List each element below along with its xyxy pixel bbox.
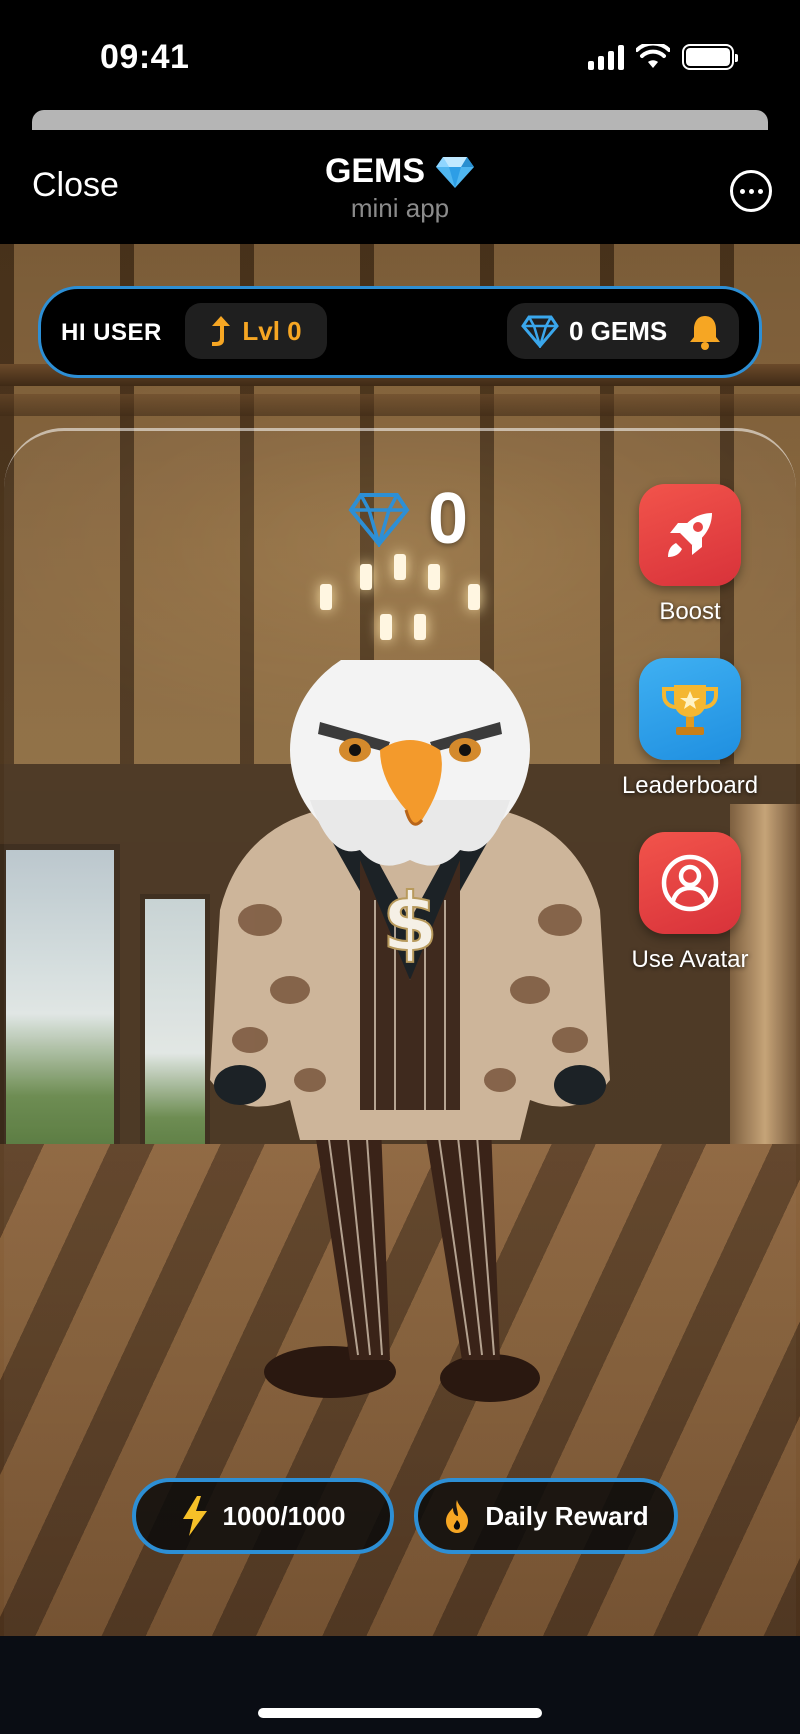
rocket-icon xyxy=(668,513,712,557)
energy-button[interactable]: 1000/1000 xyxy=(132,1478,394,1554)
level-text: Lvl 0 xyxy=(242,315,302,346)
battery-icon xyxy=(682,44,738,70)
daily-reward-label: Daily Reward xyxy=(485,1500,649,1531)
app-title-text: GEMS xyxy=(324,152,426,190)
use-avatar-button[interactable]: Use Avatar xyxy=(620,832,760,974)
energy-value: 1000/1000 xyxy=(222,1500,346,1531)
boost-icon-tile xyxy=(639,484,741,586)
status-time: 09:41 xyxy=(100,38,190,76)
mini-app-header: Close GEMS mini app xyxy=(0,130,800,244)
ceiling-beam xyxy=(0,394,800,416)
more-options-button[interactable] xyxy=(730,170,772,212)
status-icons xyxy=(588,44,738,70)
gems-text: 0 GEMS xyxy=(569,315,668,346)
diamond-outline-icon xyxy=(348,493,410,547)
user-circle-icon xyxy=(661,854,719,912)
app-subtitle: mini app xyxy=(350,193,450,223)
sheet-top-edge xyxy=(32,110,768,130)
bell-icon[interactable] xyxy=(687,313,723,351)
balance-display: 0 xyxy=(348,478,468,560)
diamond-outline-icon xyxy=(521,315,559,348)
flame-icon xyxy=(446,1500,469,1533)
use-avatar-label: Use Avatar xyxy=(631,946,749,973)
leaderboard-button[interactable]: Leaderboard xyxy=(620,658,760,800)
lightning-icon xyxy=(182,1496,207,1536)
cellular-signal-icon xyxy=(588,44,624,70)
level-up-arrow-icon xyxy=(212,316,231,346)
leaderboard-label: Leaderboard xyxy=(621,772,759,799)
gems-counter[interactable]: 0 GEMS xyxy=(507,303,739,359)
balance-value: 0 xyxy=(428,479,469,559)
status-bar: 09:41 xyxy=(0,0,800,110)
app-title: GEMS xyxy=(325,152,475,191)
eagle-avatar-character[interactable]: $ xyxy=(200,660,620,1420)
trophy-icon xyxy=(662,685,718,735)
app-title-group: GEMS mini app xyxy=(0,152,800,224)
user-info-bar: HI USER Lvl 0 0 GEMS xyxy=(38,286,762,378)
wifi-icon xyxy=(636,44,670,68)
level-badge[interactable]: Lvl 0 xyxy=(185,303,327,359)
boost-button[interactable]: Boost xyxy=(620,484,760,626)
home-indicator[interactable] xyxy=(258,1708,542,1718)
leaderboard-icon-tile xyxy=(639,658,741,760)
bottom-safe-area xyxy=(0,1636,800,1734)
daily-reward-button[interactable]: Daily Reward xyxy=(414,1478,678,1554)
svg-text:$: $ xyxy=(382,876,438,969)
boost-label: Boost xyxy=(659,598,721,625)
greeting-label: HI USER xyxy=(61,319,162,346)
diamond-icon xyxy=(436,156,475,188)
avatar-icon-tile xyxy=(639,832,741,934)
